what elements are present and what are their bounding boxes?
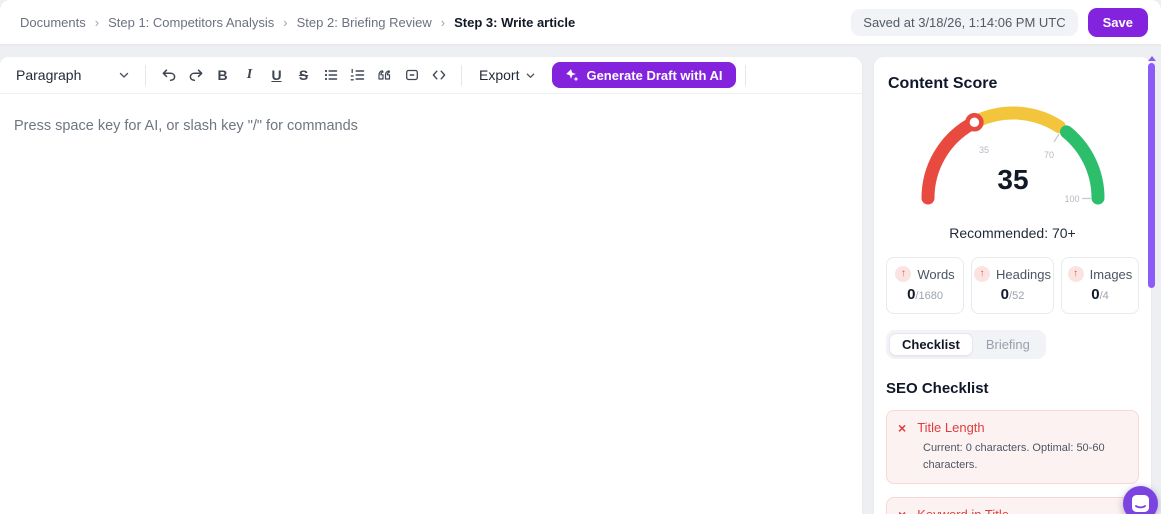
saved-status: Saved at 3/18/26, 1:14:06 PM UTC [851,8,1078,36]
checklist-item-title: Title Length [917,420,985,435]
bullet-list-button[interactable] [317,62,344,89]
seo-checklist-title: SEO Checklist [886,380,989,397]
chevron-right-icon: › [283,14,288,30]
bold-button[interactable]: B [209,62,236,89]
block-type-label: Paragraph [16,67,82,83]
stat-card-words: ↑ Words 0/1680 [886,257,965,314]
gauge-marker [964,113,984,132]
stat-value: 0 [1000,286,1010,303]
redo-button[interactable] [182,62,209,89]
export-label: Export [479,67,520,83]
breadcrumb-step2[interactable]: Step 2: Briefing Review [297,15,432,30]
gauge-tick-mark-70 [1052,133,1060,143]
generate-draft-ai-button[interactable]: Generate Draft with AI [552,62,736,88]
ordered-list-icon [350,68,364,81]
gauge-tick-70: 70 [1043,150,1053,160]
header-actions: Saved at 3/18/26, 1:14:06 PM UTC Save [851,7,1148,37]
strikethrough-button[interactable]: S [290,62,317,89]
sidebar-tabs: Checklist Briefing [886,330,1046,359]
blockquote-icon [378,70,391,80]
gauge-segment-yellow [971,106,1066,134]
stat-target: /1680 [915,290,943,302]
undo-button[interactable] [155,62,182,89]
blockquote-button[interactable] [371,62,398,89]
editor-content-area[interactable]: Press space key for AI, or slash key "/"… [0,94,862,158]
content-score-gauge: 35 70 100 35 [886,106,1139,218]
chevron-down-icon [119,72,129,78]
export-dropdown[interactable]: Export [471,61,544,89]
checklist-item-description: Current: 0 characters. Optimal: 50-60 ch… [923,442,1105,471]
editor-panel: Paragraph B I U S Export Generate Draft … [0,57,862,514]
code-button[interactable] [425,62,452,89]
arrow-up-icon: ↑ [895,266,912,282]
stat-target: /52 [1009,290,1025,302]
bullet-list-icon [324,69,337,81]
tab-briefing[interactable]: Briefing [973,333,1043,356]
embed-button[interactable] [398,62,425,89]
gauge-tick-35: 35 [978,145,988,155]
breadcrumb-step1[interactable]: Step 1: Competitors Analysis [108,15,274,30]
chevron-down-icon [527,72,535,78]
stat-label: Headings [996,266,1051,282]
content-score-panel: Content Score 35 70 100 35 Recommended: … [874,57,1151,514]
checklist-item-title-length[interactable]: × Title Length Current: 0 characters. Op… [886,410,1139,484]
stat-target: /4 [1099,290,1109,302]
arrow-up-icon: ↑ [1067,266,1084,282]
code-icon [432,70,445,80]
stat-card-images: ↑ Images 0/4 [1060,257,1139,314]
chevron-right-icon: › [94,14,100,30]
breadcrumb-documents[interactable]: Documents [20,15,86,30]
gauge-tick-100: 100 [1064,194,1079,204]
sparkles-icon [566,69,579,82]
ordered-list-button[interactable] [344,62,371,89]
sidebar-scrollbar[interactable] [1148,63,1155,288]
checklist-item-title: Keyword in Title [917,507,1009,514]
gauge-segment-green [1059,125,1105,205]
tab-checklist[interactable]: Checklist [889,333,973,356]
toolbar-divider [461,64,462,86]
block-type-dropdown[interactable]: Paragraph [8,61,136,89]
arrow-up-icon: ↑ [974,266,991,282]
italic-button[interactable]: I [236,62,263,89]
chat-bubble-icon [1132,495,1149,512]
fail-x-icon: × [898,508,906,514]
chat-launcher-button[interactable] [1123,486,1158,514]
editor-toolbar: Paragraph B I U S Export Generate Draft … [0,57,862,94]
editor-placeholder: Press space key for AI, or slash key "/"… [14,118,358,134]
redo-icon [189,69,202,81]
recommended-score: Recommended: 70+ [949,225,1076,241]
undo-icon [162,69,175,81]
underline-button[interactable]: U [263,62,290,89]
checklist-item-keyword-in-title[interactable]: × Keyword in Title Include AI Search Opt… [886,497,1139,514]
content-score-title: Content Score [888,75,998,92]
embed-icon [405,69,418,81]
stat-label: Images [1089,266,1133,282]
gauge-segment-red [921,117,977,205]
stats-row: ↑ Words 0/1680 ↑ Headings 0/52 ↑ Images … [886,257,1139,314]
breadcrumb: Documents › Step 1: Competitors Analysis… [20,15,575,30]
breadcrumb-step3-current: Step 3: Write article [454,14,576,30]
chevron-right-icon: › [440,14,446,30]
stat-label: Words [917,266,955,282]
stat-card-headings: ↑ Headings 0/52 [971,257,1054,314]
toolbar-divider [744,64,746,86]
save-button[interactable]: Save [1087,7,1148,37]
toolbar-divider [145,64,146,86]
top-header: Documents › Step 1: Competitors Analysis… [0,0,1161,44]
scrollbar-up-arrow[interactable] [1148,56,1156,61]
fail-x-icon: × [898,419,907,436]
generate-draft-label: Generate Draft with AI [586,67,723,83]
stat-value: 0 [1091,286,1100,303]
content-score-value: 35 [997,164,1028,195]
